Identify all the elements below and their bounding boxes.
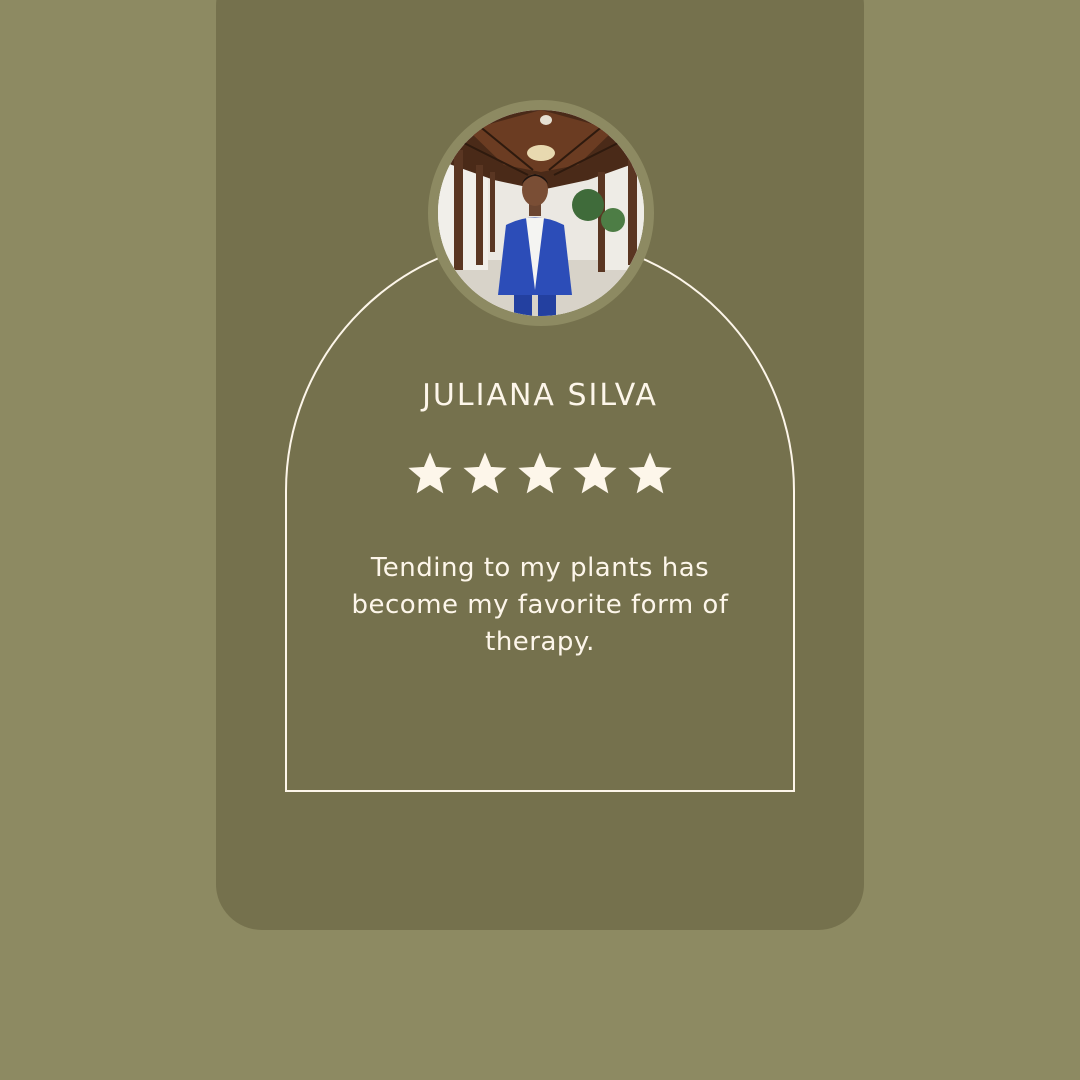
testimonial-quote: Tending to my plants has become my favor…: [351, 553, 729, 657]
star-icon: [518, 452, 562, 496]
star-icon: [628, 452, 672, 496]
star-icon: [463, 452, 507, 496]
star-rating: [285, 452, 795, 496]
star-icon: [573, 452, 617, 496]
reviewer-name: JULIANA SILVA: [422, 378, 658, 413]
avatar-photo: [438, 110, 644, 316]
star-icon: [408, 452, 452, 496]
avatar: [438, 110, 644, 316]
